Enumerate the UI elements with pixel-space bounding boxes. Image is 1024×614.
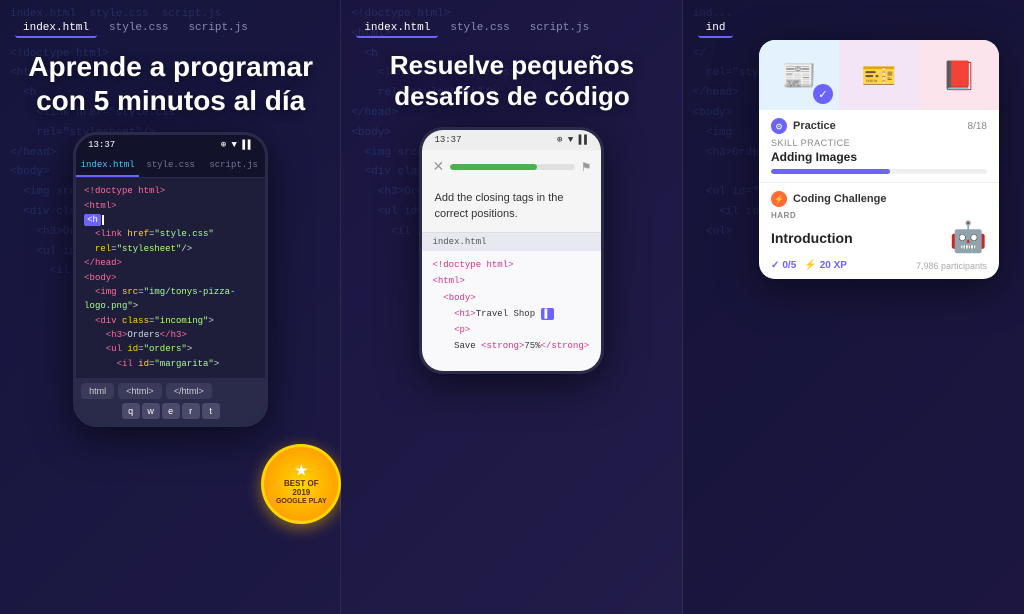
challenge-section: ⚡ Coding Challenge HARD Introduction 🤖 ✓…: [759, 183, 999, 279]
challenge-section-header: ⚡ Coding Challenge: [771, 191, 987, 207]
word-suggestion-bar: html <html> </html>: [81, 383, 260, 399]
right-tab-bar: ind: [698, 20, 734, 38]
phone-mid: 13:37 ⊕ ▼ ▌▌ ✕ ⚑ Add the closing tags in…: [419, 127, 604, 374]
news-icon: 📰: [782, 59, 817, 92]
phone-time-left: 13:37: [88, 140, 115, 150]
challenge-flag-icon: ⚑: [581, 160, 592, 174]
tab-script-js-left[interactable]: script.js: [180, 20, 255, 38]
practice-icon: ⊙: [771, 118, 787, 134]
headline-left: Aprende a programar con 5 minutos al día: [10, 50, 331, 117]
card-image-news: 📰 ✓: [759, 40, 839, 110]
challenge-difficulty: HARD: [771, 211, 987, 220]
mid-tab-bar: index.html style.css script.js: [356, 20, 597, 38]
chip-html-close[interactable]: </html>: [166, 383, 212, 399]
score-value: 0/5: [782, 260, 796, 271]
card-image-book: 📕: [919, 40, 999, 110]
keyboard-row: q w e r t: [81, 403, 260, 419]
tab-script-js-mid[interactable]: script.js: [522, 20, 597, 38]
skill-progress-bar: [771, 169, 987, 174]
lightning-icon: ⚡: [804, 260, 816, 271]
badge-line1: BEST OF: [284, 479, 319, 489]
phone-left: 13:37 ⊕ ▼ ▌▌ index.html style.css script…: [73, 132, 268, 427]
tab-index-html-mid[interactable]: index.html: [356, 20, 438, 38]
challenge-xp: ⚡ 20 XP: [804, 260, 847, 271]
challenge-close-icon[interactable]: ✕: [432, 158, 444, 175]
phone-tab-script[interactable]: script.js: [202, 155, 265, 177]
skill-name: Adding Images: [771, 150, 987, 164]
phone-keyboard-left: html <html> </html> q w e r t: [76, 378, 265, 424]
tab-ind-right[interactable]: ind: [698, 20, 734, 38]
ticket-icon: 🎫: [862, 59, 897, 92]
practice-label: Practice: [793, 120, 836, 132]
challenge-icon: ⚡: [771, 191, 787, 207]
phone-icons-left: ⊕ ▼ ▌▌: [221, 140, 253, 150]
phone-icons-mid: ⊕ ▼ ▌▌: [557, 135, 589, 145]
challenge-footer: ✓ 0/5 ⚡ 20 XP 7,986 participants: [771, 260, 987, 271]
book-icon: 📕: [942, 59, 977, 92]
key-t[interactable]: t: [202, 403, 220, 419]
phone-tab-style[interactable]: style.css: [139, 155, 202, 177]
badge-line2: 2019: [292, 488, 310, 498]
challenge-code: <!doctype html> <html> <body> <h1>Travel…: [422, 251, 601, 371]
challenge-content: Introduction 🤖: [771, 220, 987, 255]
phone-code-left: <!doctype html> <html> <h <link href="st…: [76, 178, 265, 378]
panel-right: ind... </ rel="stylesheet"/> </head> <bo…: [683, 0, 1024, 614]
gold-badge: ★ BEST OF 2019 GOOGLE PLAY: [261, 444, 341, 524]
challenge-progress-bar: [450, 164, 575, 170]
phone-time-mid: 13:37: [434, 135, 461, 145]
practice-card: 📰 ✓ 🎫 📕 ⊙ Practice: [759, 40, 999, 279]
phone-tabs-left: index.html style.css script.js: [76, 155, 265, 178]
practice-section-header: ⊙ Practice 8/18: [771, 118, 987, 134]
skill-label: SKILL PRACTICE: [771, 138, 987, 148]
phone-status-left: 13:37 ⊕ ▼ ▌▌: [76, 135, 265, 155]
skill-progress-fill: [771, 169, 890, 174]
left-tab-bar: index.html style.css script.js: [15, 20, 256, 38]
right-content: ind 📰 ✓ 🎫 📕: [693, 20, 1014, 50]
tab-style-css-left[interactable]: style.css: [101, 20, 176, 38]
badge-inner: ★ BEST OF 2019 GOOGLE PLAY: [261, 444, 341, 524]
main-panels: index.html style.css script.js <!doctype…: [0, 0, 1024, 614]
challenge-header: ✕ ⚑: [422, 150, 601, 183]
badge-line3: GOOGLE PLAY: [276, 498, 327, 506]
challenge-progress-fill: [450, 164, 537, 170]
chip-html[interactable]: html: [81, 383, 114, 399]
panel-mid: <!doctype html> <html> <h <link href="st…: [341, 0, 682, 614]
left-content: index.html style.css script.js Aprende a…: [10, 20, 331, 427]
key-e[interactable]: e: [162, 403, 180, 419]
card-image-ticket: 🎫: [839, 40, 919, 110]
checkmark-score-icon: ✓: [771, 260, 779, 271]
headline-mid: Resuelve pequeños desafíos de código: [351, 50, 672, 112]
challenge-mascot-icon: 🤖: [950, 220, 987, 255]
challenge-file-tab[interactable]: index.html: [422, 233, 601, 251]
chip-html-open[interactable]: <html>: [118, 383, 162, 399]
key-w[interactable]: w: [142, 403, 160, 419]
key-r[interactable]: r: [182, 403, 200, 419]
phone-status-mid: 13:37 ⊕ ▼ ▌▌: [422, 130, 601, 150]
challenge-question: Add the closing tags in the correct posi…: [422, 183, 601, 233]
challenge-section-label: Coding Challenge: [793, 193, 887, 205]
practice-section-title: ⊙ Practice: [771, 118, 836, 134]
phone-tab-index[interactable]: index.html: [76, 155, 139, 177]
mid-content: index.html style.css script.js Resuelve …: [351, 20, 672, 374]
card-images-row: 📰 ✓ 🎫 📕: [759, 40, 999, 110]
challenge-score: ✓ 0/5: [771, 260, 796, 271]
checkmark-icon: ✓: [813, 84, 833, 104]
tab-style-css-mid[interactable]: style.css: [442, 20, 517, 38]
panel-left: index.html style.css script.js <!doctype…: [0, 0, 341, 614]
practice-section: ⊙ Practice 8/18 SKILL PRACTICE Adding Im…: [759, 110, 999, 183]
challenge-participants: 7,986 participants: [916, 261, 987, 271]
challenge-title: Introduction: [771, 230, 853, 246]
key-q[interactable]: q: [122, 403, 140, 419]
badge-star-icon: ★: [295, 462, 308, 479]
xp-value: 20 XP: [820, 260, 847, 271]
practice-badge: 8/18: [968, 121, 987, 132]
tab-index-html-left[interactable]: index.html: [15, 20, 97, 38]
